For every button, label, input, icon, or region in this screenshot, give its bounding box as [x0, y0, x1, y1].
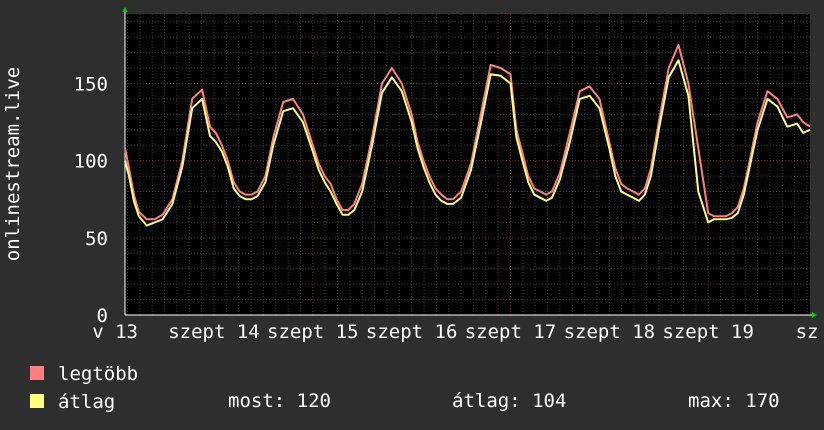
- y-tick-label: 100: [74, 151, 108, 173]
- x-tick-label: szept 17: [465, 321, 557, 343]
- stat-avg: átlag: 104: [452, 390, 567, 412]
- y-tick-label: 150: [74, 73, 108, 95]
- x-tick-label: sz: [796, 321, 819, 343]
- y-axis-label: onlinestream.live: [2, 67, 24, 261]
- x-tick-label: szept 14: [168, 321, 260, 343]
- x-tick-label: szept 16: [366, 321, 458, 343]
- x-tick-label: v 13: [92, 321, 138, 343]
- y-axis-arrow: [122, 7, 128, 12]
- legend-swatch-avg: [30, 394, 44, 408]
- legend-label-max: legtöbb: [58, 363, 139, 385]
- y-tick-label: 50: [85, 228, 108, 250]
- y-tick-labels: 050100150: [74, 73, 108, 327]
- stat-now: most: 120: [228, 390, 331, 412]
- x-tick-label: szept 15: [267, 321, 359, 343]
- x-tick-labels: v 13 szept 14 szept 15 szept 16 szept 17 szep…: [92, 321, 818, 343]
- x-axis-arrow: [812, 312, 817, 318]
- legend-swatch-max: [30, 366, 44, 380]
- legend-label-avg: átlag: [58, 391, 116, 413]
- stat-max: max: 170: [688, 390, 780, 412]
- x-tick-label: szept 19: [662, 321, 754, 343]
- x-tick-label: szept 18: [564, 321, 656, 343]
